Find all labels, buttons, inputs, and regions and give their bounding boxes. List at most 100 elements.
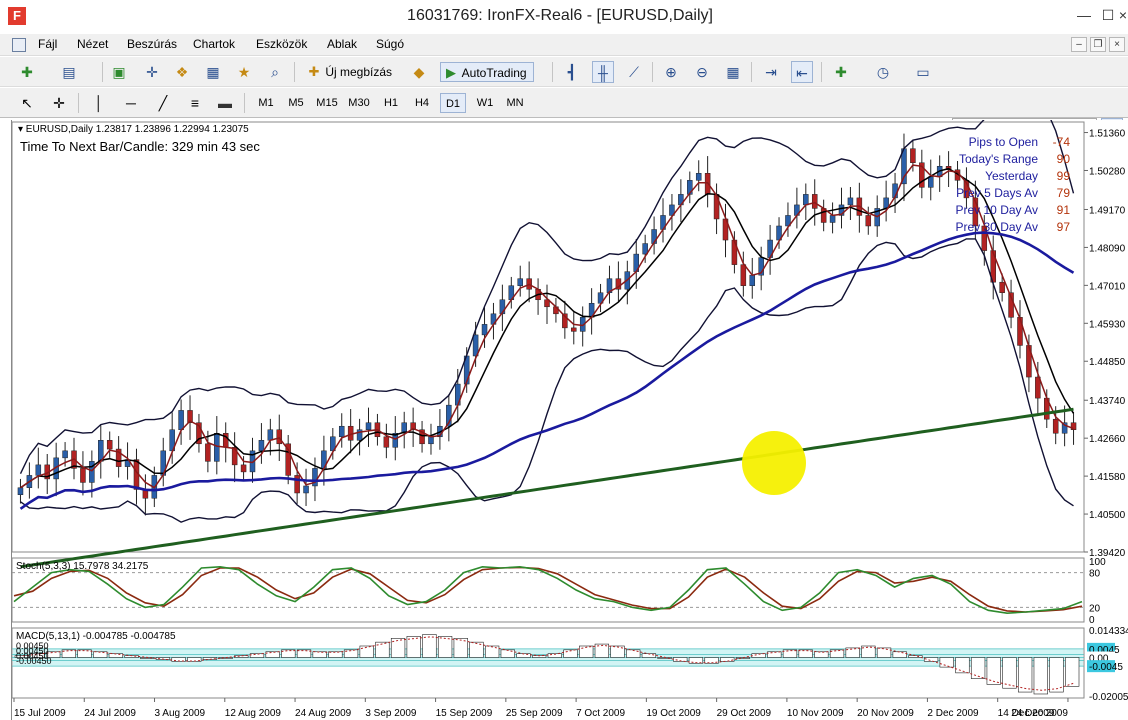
window-title: 16031769: IronFX-Real6 - [EURUSD,Daily] bbox=[407, 7, 713, 24]
auto-scroll-icon[interactable]: ⇤ bbox=[791, 61, 813, 83]
timeframe-m5[interactable]: M5 bbox=[283, 93, 309, 113]
terminal-icon[interactable]: ▦ bbox=[202, 61, 224, 83]
bull-candle bbox=[803, 194, 809, 206]
fibonacci-icon[interactable]: ≡ bbox=[184, 92, 206, 114]
templates-icon[interactable]: ▭ bbox=[912, 61, 934, 83]
bull-candle bbox=[214, 433, 220, 462]
date-axis-label: 19 Oct 2009 bbox=[646, 708, 701, 719]
info-panel-label: Prev 10 Day Av bbox=[956, 203, 1039, 217]
bull-candle bbox=[695, 173, 702, 181]
menu-tools[interactable]: Eszközök bbox=[256, 37, 307, 51]
macd-histogram-bar bbox=[312, 651, 327, 658]
data-window-icon[interactable]: ✛ bbox=[141, 61, 163, 83]
vertical-line-icon[interactable]: │ bbox=[88, 92, 110, 114]
mdi-restore-button[interactable]: ❐ bbox=[1090, 37, 1106, 52]
zoom-in-icon[interactable]: ⊕ bbox=[660, 61, 682, 83]
timeframe-h4[interactable]: H4 bbox=[409, 93, 435, 113]
metaeditor-icon[interactable]: ◆ bbox=[408, 61, 430, 83]
line-chart-icon[interactable]: ⟋ bbox=[623, 61, 645, 83]
bull-candle bbox=[303, 485, 309, 494]
minimize-button[interactable]: — bbox=[1074, 4, 1094, 26]
info-panel-label: Today's Range bbox=[959, 152, 1038, 166]
favorites-icon[interactable]: ★ bbox=[233, 61, 255, 83]
horizontal-line-icon[interactable]: ─ bbox=[120, 92, 142, 114]
menu-help[interactable]: Súgó bbox=[376, 37, 404, 51]
price-axis-label: 1.45930 bbox=[1089, 319, 1126, 330]
toolbar-separator bbox=[294, 62, 295, 82]
indicators-icon[interactable]: ✚ bbox=[830, 61, 852, 83]
macd-histogram-bar bbox=[500, 649, 515, 658]
timeframe-h1[interactable]: H1 bbox=[378, 93, 404, 113]
chart-window-icon[interactable] bbox=[12, 38, 26, 52]
timeframe-m30[interactable]: M30 bbox=[346, 93, 372, 113]
profiles-icon[interactable]: ▤ bbox=[58, 61, 80, 83]
date-axis-label: 3 Aug 2009 bbox=[155, 708, 206, 719]
crosshair-icon[interactable]: ✛ bbox=[48, 92, 70, 114]
bull-candle bbox=[258, 440, 265, 452]
date-axis-label: 2 Dec 2009 bbox=[927, 708, 979, 719]
zoom-out-icon[interactable]: ⊖ bbox=[691, 61, 713, 83]
timeframe-m15[interactable]: M15 bbox=[314, 93, 340, 113]
new-order-icon: ✚ bbox=[308, 64, 320, 79]
menu-insert[interactable]: Beszúrás bbox=[127, 37, 177, 51]
macd-histogram-bar bbox=[1017, 657, 1033, 693]
timeframe-d1[interactable]: D1 bbox=[440, 93, 466, 113]
date-axis-label: 7 Oct 2009 bbox=[576, 708, 625, 719]
bear-candle bbox=[294, 475, 300, 494]
bar-chart-icon[interactable]: ┫ bbox=[561, 61, 583, 83]
chart-canvas[interactable]: 1.51360 1.50280 1.49170 1.48090 1.47010 1.459… bbox=[12, 120, 1128, 720]
menu-view[interactable]: Nézet bbox=[77, 37, 108, 51]
menu-charts[interactable]: Chartok bbox=[193, 37, 235, 51]
macd-histogram-bar bbox=[892, 651, 907, 658]
trendline-icon[interactable]: ╱ bbox=[152, 92, 174, 114]
menu-file[interactable]: Fájl bbox=[38, 37, 57, 51]
close-button[interactable]: × bbox=[1118, 4, 1128, 26]
date-axis-label: 24 Dec 2009 bbox=[1011, 708, 1068, 719]
macd-histogram-bar bbox=[939, 657, 954, 668]
strategy-tester-icon[interactable]: ⌕ bbox=[264, 61, 286, 83]
stoch-axis-label: 80 bbox=[1089, 569, 1101, 580]
stoch-axis-label: 20 bbox=[1089, 603, 1101, 614]
macd-axis-label: 0.014334 bbox=[1089, 626, 1128, 637]
toolbar-separator bbox=[821, 62, 822, 82]
cursor-icon[interactable]: ↖ bbox=[16, 92, 38, 114]
bull-candle bbox=[338, 425, 345, 438]
candlestick-chart-icon[interactable]: ╫ bbox=[592, 61, 614, 83]
menu-window[interactable]: Ablak bbox=[327, 37, 357, 51]
mdi-close-button[interactable]: × bbox=[1109, 37, 1125, 52]
bull-candle bbox=[481, 324, 488, 336]
macd-histogram-bar bbox=[1002, 657, 1017, 689]
price-axis-label: 1.41580 bbox=[1089, 472, 1126, 483]
new-chart-icon[interactable]: ✚ bbox=[16, 61, 38, 83]
autotrading-button[interactable]: ▶ AutoTrading bbox=[440, 62, 534, 82]
timeframe-w1[interactable]: W1 bbox=[472, 93, 498, 113]
bollinger-lower-band bbox=[20, 238, 1074, 523]
stoch-main-line bbox=[13, 565, 1083, 615]
macd-histogram-bar bbox=[814, 651, 829, 658]
mdi-minimize-button[interactable]: – bbox=[1071, 37, 1087, 52]
chart-window[interactable]: 1.51360 1.50280 1.49170 1.48090 1.47010 1.459… bbox=[11, 120, 1128, 720]
periods-icon[interactable]: ◷ bbox=[872, 61, 894, 83]
info-panel-value: 91 bbox=[1057, 203, 1071, 217]
maximize-button[interactable]: ☐ bbox=[1098, 4, 1118, 26]
timeframe-m1[interactable]: M1 bbox=[253, 93, 279, 113]
market-watch-icon[interactable]: ▣ bbox=[108, 61, 130, 83]
bull-candle bbox=[35, 464, 42, 476]
date-axis-label: 12 Aug 2009 bbox=[225, 708, 282, 719]
autotrading-icon: ▶ bbox=[446, 65, 456, 80]
app-logo-icon: F bbox=[8, 7, 26, 25]
navigator-icon[interactable]: ❖ bbox=[171, 61, 193, 83]
macd-histogram-bar bbox=[249, 653, 265, 658]
bull-candle bbox=[365, 422, 372, 430]
shapes-icon[interactable]: ▬ bbox=[214, 92, 236, 114]
price-axis-label: 1.44850 bbox=[1089, 357, 1126, 368]
toolbar-separator bbox=[652, 62, 653, 82]
bear-candle bbox=[383, 436, 390, 448]
new-order-button[interactable]: ✚ Új megbízás bbox=[306, 62, 393, 82]
info-panel-label: Pips to Open bbox=[969, 135, 1038, 149]
timeframe-mn[interactable]: MN bbox=[502, 93, 528, 113]
macd-histogram-bar bbox=[767, 651, 782, 658]
price-axis-label: 1.40500 bbox=[1089, 510, 1126, 521]
tile-windows-icon[interactable]: ▦ bbox=[722, 61, 744, 83]
chart-shift-icon[interactable]: ⇥ bbox=[760, 61, 782, 83]
